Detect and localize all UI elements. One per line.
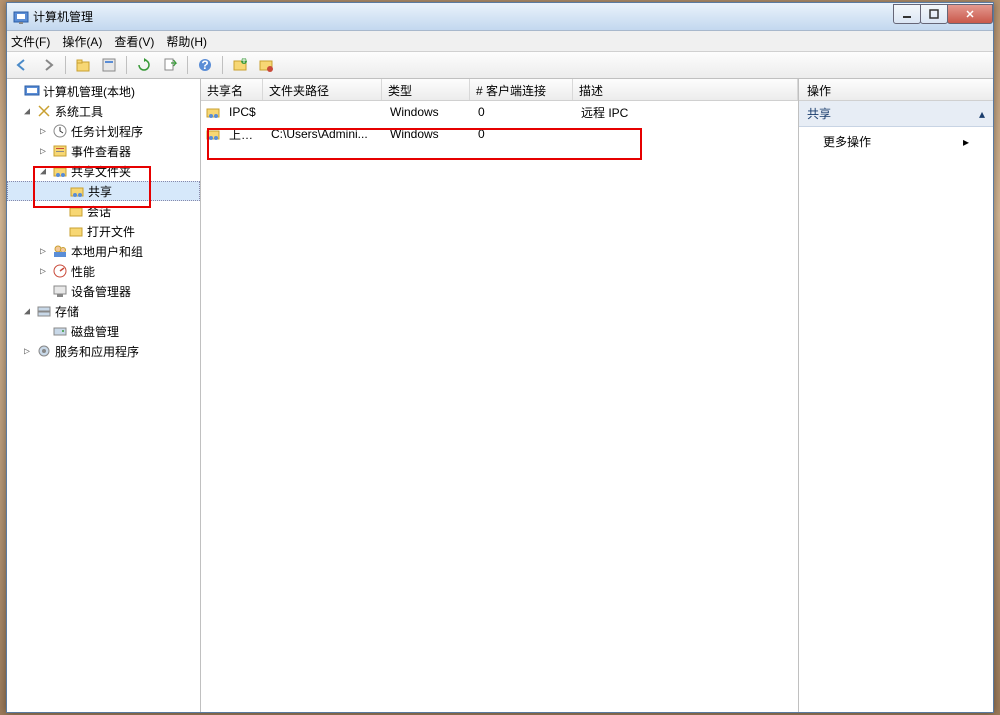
actions-section[interactable]: 共享 ▴ — [799, 101, 993, 127]
up-button[interactable] — [72, 54, 94, 76]
tree-device-manager[interactable]: 设备管理器 — [7, 281, 200, 301]
chevron-right-icon: ▸ — [963, 135, 969, 149]
tree-performance[interactable]: ▷ 性能 — [7, 261, 200, 281]
list-pane: 共享名 文件夹路径 类型 # 客户端连接 描述 IPC$ Windows 0 远… — [201, 79, 798, 712]
close-button[interactable] — [947, 4, 993, 24]
svg-text:+: + — [240, 57, 247, 67]
tree-shares[interactable]: 共享 — [7, 181, 200, 201]
forward-button[interactable] — [37, 54, 59, 76]
tree-storage[interactable]: ◢ 存储 — [7, 301, 200, 321]
export-button[interactable] — [159, 54, 181, 76]
tools-icon — [36, 103, 52, 119]
clock-icon — [52, 123, 68, 139]
computer-icon — [24, 83, 40, 99]
device-icon — [52, 283, 68, 299]
session-icon — [68, 203, 84, 219]
nav-tree[interactable]: 计算机管理(本地) ◢ 系统工具 ▷ 任务计划程序 ▷ 事件查看器 ◢ 共享文件… — [7, 79, 201, 712]
perf-icon — [52, 263, 68, 279]
minimize-button[interactable] — [893, 4, 921, 24]
menu-file[interactable]: 文件(F) — [11, 33, 50, 50]
share-row-icon — [205, 126, 221, 142]
titlebar[interactable]: 计算机管理 — [7, 3, 993, 31]
col-folder-path[interactable]: 文件夹路径 — [263, 79, 382, 100]
refresh-button[interactable] — [133, 54, 155, 76]
col-type[interactable]: 类型 — [382, 79, 470, 100]
table-row[interactable]: 上传前 C:\Users\Admini... Windows 0 — [201, 123, 798, 145]
actions-pane: 操作 共享 ▴ 更多操作 ▸ — [799, 79, 993, 712]
window-title: 计算机管理 — [33, 8, 894, 25]
svg-text:?: ? — [201, 58, 208, 72]
tree-system-tools[interactable]: ◢ 系统工具 — [7, 101, 200, 121]
tree-open-files[interactable]: 打开文件 — [7, 221, 200, 241]
tree-shared-folders[interactable]: ◢ 共享文件夹 — [7, 161, 200, 181]
menu-view[interactable]: 查看(V) — [114, 33, 154, 50]
list-header: 共享名 文件夹路径 类型 # 客户端连接 描述 — [201, 79, 798, 101]
menubar: 文件(F) 操作(A) 查看(V) 帮助(H) — [7, 31, 993, 51]
services-icon — [36, 343, 52, 359]
back-button[interactable] — [11, 54, 33, 76]
tree-disk-mgmt[interactable]: 磁盘管理 — [7, 321, 200, 341]
tree-event-viewer[interactable]: ▷ 事件查看器 — [7, 141, 200, 161]
col-client-connections[interactable]: # 客户端连接 — [470, 79, 573, 100]
tree-root[interactable]: 计算机管理(本地) — [7, 81, 200, 101]
app-window: 计算机管理 文件(F) 操作(A) 查看(V) 帮助(H) ? + — [6, 2, 994, 713]
table-row[interactable]: IPC$ Windows 0 远程 IPC — [201, 101, 798, 123]
storage-icon — [36, 303, 52, 319]
menu-help[interactable]: 帮助(H) — [166, 33, 207, 50]
stop-share-button[interactable] — [255, 54, 277, 76]
menu-action[interactable]: 操作(A) — [62, 33, 102, 50]
shared-folder-icon — [52, 163, 68, 179]
actions-header: 操作 — [799, 79, 993, 101]
tree-services-apps[interactable]: ▷ 服务和应用程序 — [7, 341, 200, 361]
event-icon — [52, 143, 68, 159]
app-icon — [13, 9, 29, 25]
collapse-icon: ▴ — [979, 107, 985, 121]
share-row-icon — [205, 104, 221, 120]
tree-task-scheduler[interactable]: ▷ 任务计划程序 — [7, 121, 200, 141]
openfile-icon — [68, 223, 84, 239]
tree-local-users[interactable]: ▷ 本地用户和组 — [7, 241, 200, 261]
users-icon — [52, 243, 68, 259]
properties-button[interactable] — [98, 54, 120, 76]
maximize-button[interactable] — [920, 4, 948, 24]
col-description[interactable]: 描述 — [573, 79, 798, 100]
new-share-button[interactable]: + — [229, 54, 251, 76]
col-share-name[interactable]: 共享名 — [201, 79, 263, 100]
help-button[interactable]: ? — [194, 54, 216, 76]
toolbar: ? + — [7, 51, 993, 79]
disk-icon — [52, 323, 68, 339]
actions-more[interactable]: 更多操作 ▸ — [799, 127, 993, 156]
share-icon — [69, 183, 85, 199]
tree-sessions[interactable]: 会话 — [7, 201, 200, 221]
